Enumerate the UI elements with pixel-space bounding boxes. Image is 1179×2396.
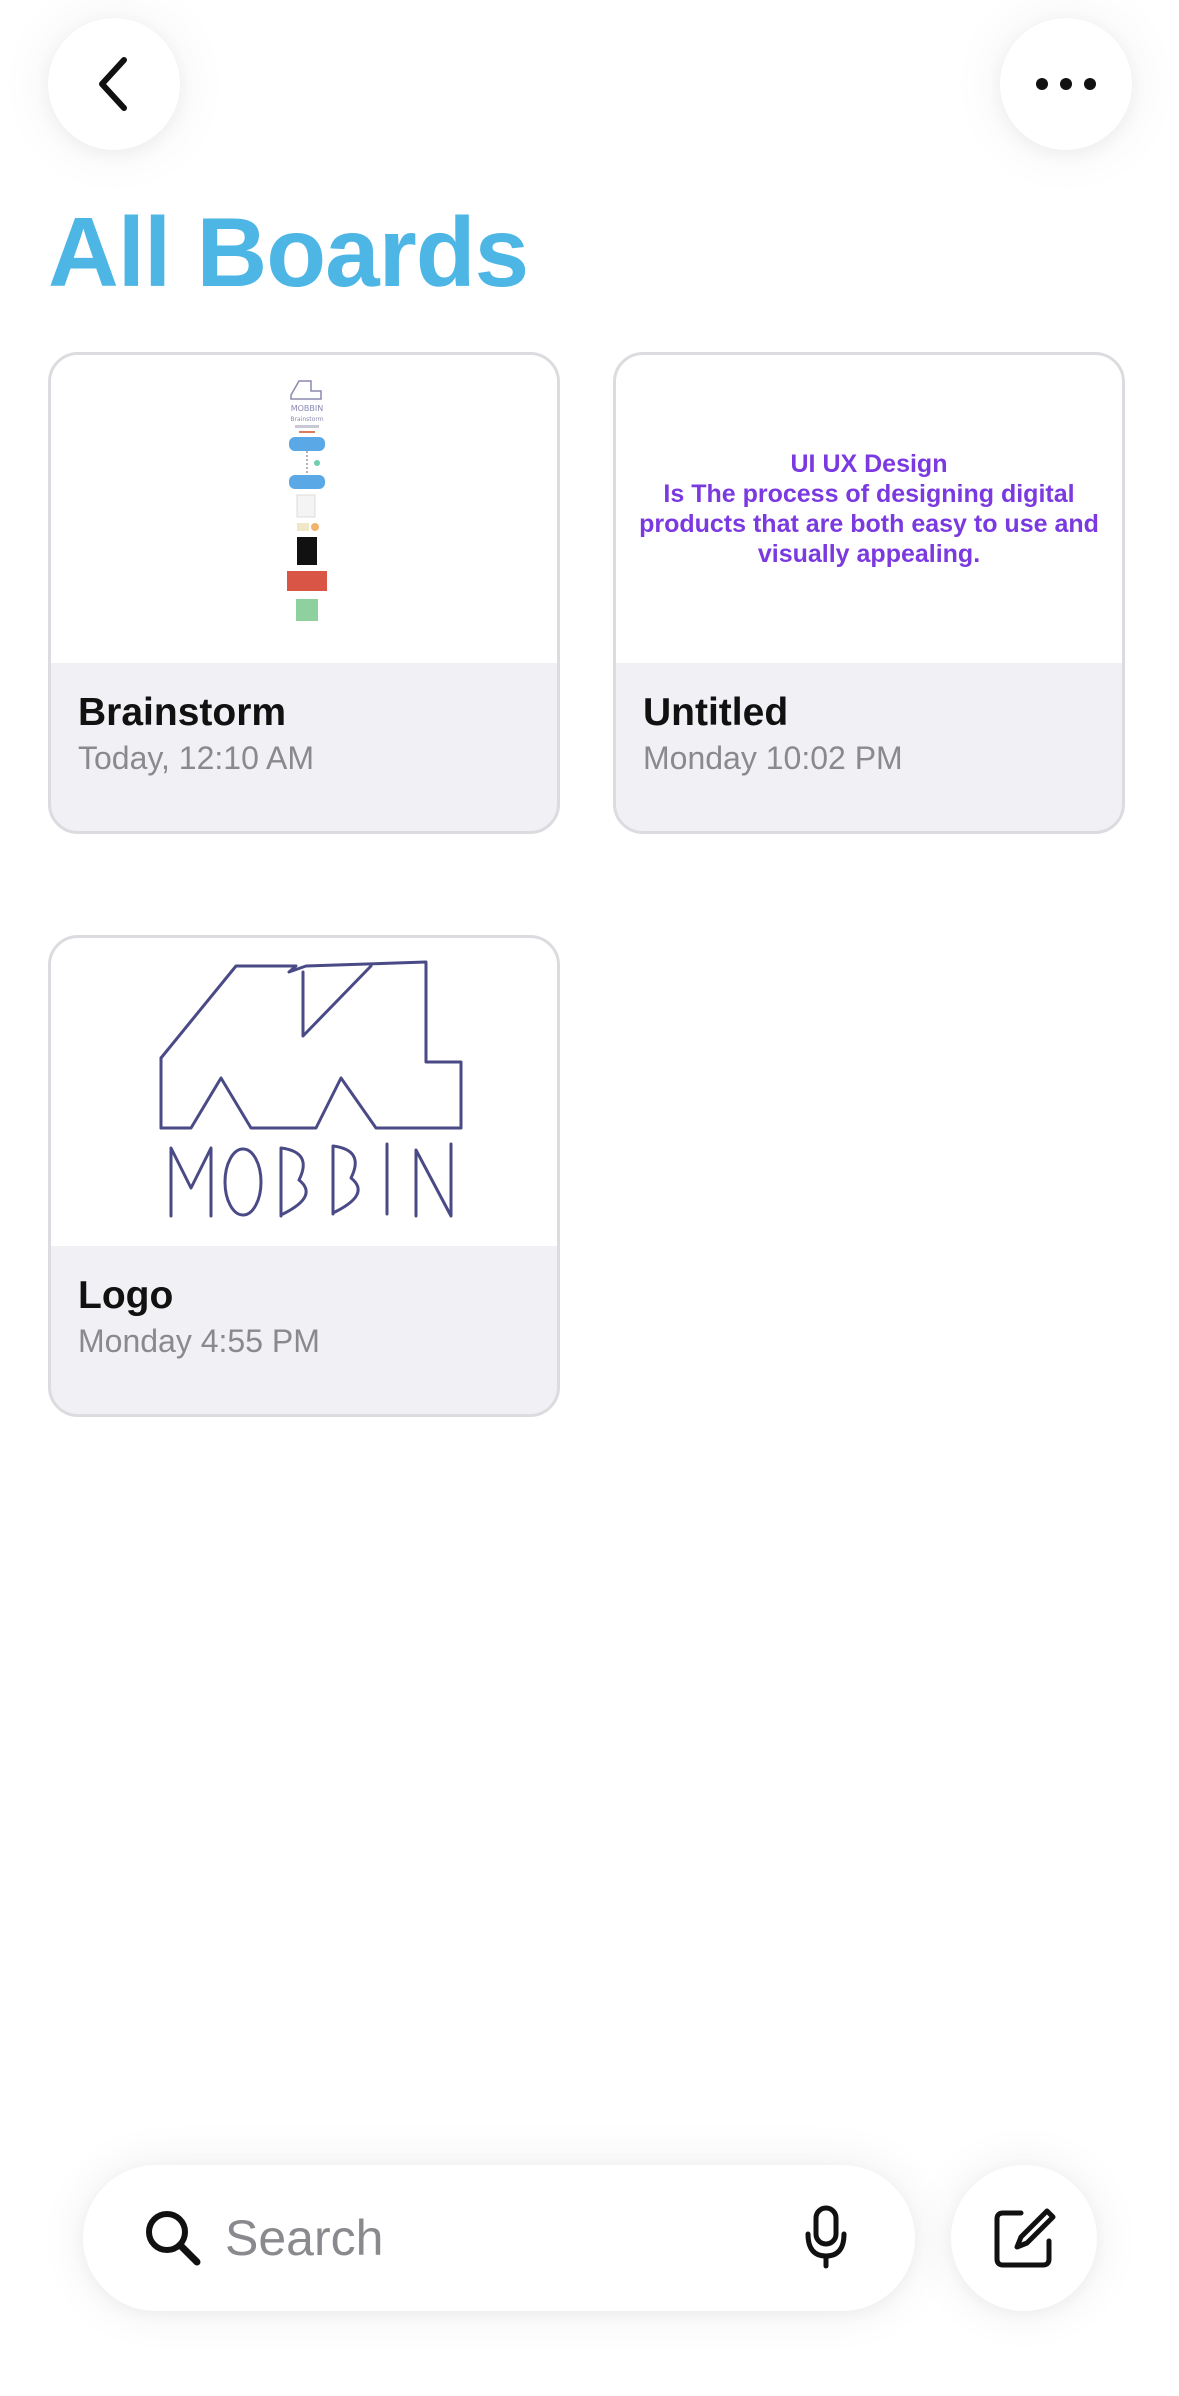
mini-board-preview: MOBBIN Brainstorm (287, 380, 327, 621)
preview-line: UI UX Design (790, 450, 948, 478)
board-date: Monday 10:02 PM (643, 740, 903, 776)
page-title: All Boards (48, 197, 529, 307)
magnifier-icon (146, 2211, 201, 2266)
board-thumbnail (51, 938, 557, 1246)
board-card-logo[interactable]: Logo Monday 4:55 PM (48, 935, 560, 1417)
board-thumbnail: UI UX Design Is The process of designing… (616, 355, 1122, 663)
board-title: Brainstorm (78, 691, 287, 734)
search-bar[interactable]: Search (83, 2165, 915, 2311)
board-thumbnail: MOBBIN Brainstorm (51, 355, 557, 663)
board-date: Monday 4:55 PM (78, 1323, 320, 1359)
board-title: Logo (78, 1274, 174, 1317)
microphone-icon[interactable] (803, 2204, 849, 2270)
board-card-brainstorm[interactable]: MOBBIN Brainstorm Brainstorm Today, 12:1… (48, 352, 560, 834)
new-board-button[interactable] (951, 2165, 1097, 2311)
board-title: Untitled (643, 691, 789, 734)
back-button[interactable] (48, 18, 180, 150)
chevron-left-icon (99, 57, 127, 111)
compose-icon (994, 2208, 1056, 2268)
handwritten-logo (159, 960, 463, 1218)
more-options-button[interactable] (1000, 18, 1132, 150)
preview-line: products that are both easy to use and (639, 510, 1099, 538)
search-input[interactable]: Search (225, 2208, 383, 2268)
board-preview-text: UI UX Design Is The process of designing… (636, 449, 1102, 569)
board-card-untitled[interactable]: UI UX Design Is The process of designing… (613, 352, 1125, 834)
svg-text:Brainstorm: Brainstorm (290, 416, 323, 423)
ellipsis-icon (1036, 78, 1096, 90)
svg-text:MOBBIN: MOBBIN (291, 404, 324, 413)
preview-line: Is The process of designing digital (663, 480, 1075, 508)
board-date: Today, 12:10 AM (78, 740, 314, 776)
preview-line: visually appealing. (757, 540, 981, 568)
